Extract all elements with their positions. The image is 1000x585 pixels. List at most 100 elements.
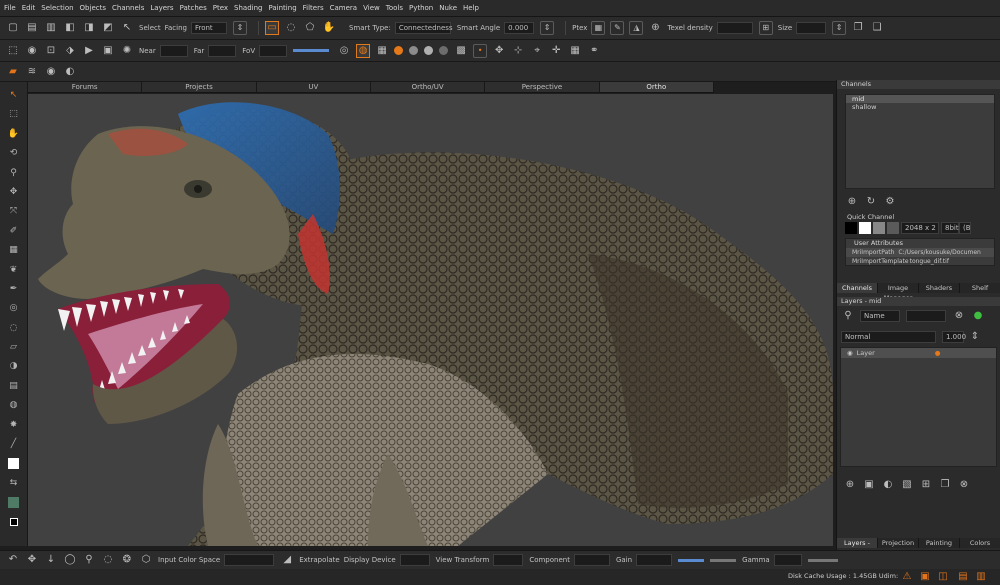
cube-icon[interactable]: ⬚: [6, 44, 20, 58]
pivot-icon[interactable]: ✥: [492, 44, 506, 58]
clear-filter-icon[interactable]: ⊗: [952, 309, 966, 323]
menu-tools[interactable]: Tools: [386, 4, 403, 12]
target-icon[interactable]: ◎: [7, 301, 21, 315]
burn-tool-icon[interactable]: ✸: [7, 418, 21, 432]
tab-uv[interactable]: UV: [256, 82, 371, 92]
globe-icon[interactable]: ⊕: [648, 21, 662, 35]
tab-colors[interactable]: Colors: [960, 538, 1000, 548]
tab-projects[interactable]: Projects: [142, 82, 257, 92]
polygon-select-icon[interactable]: ⬠: [303, 21, 317, 35]
line-tool-icon[interactable]: ╱: [7, 437, 21, 451]
gamma-input[interactable]: [773, 554, 802, 566]
frame-selected-icon[interactable]: ⊡: [44, 44, 58, 58]
transform-icon[interactable]: ⌖: [530, 44, 544, 58]
isolate-icon[interactable]: ⬗: [63, 44, 77, 58]
visibility-icon[interactable]: ◉: [44, 65, 58, 79]
uv-grid-icon[interactable]: ▦: [568, 44, 582, 58]
ptex-brush-icon[interactable]: ◮: [629, 21, 644, 35]
eyedropper-icon[interactable]: ✒: [7, 282, 21, 296]
matte-sphere-icon[interactable]: [439, 46, 449, 55]
gamma-slider[interactable]: [807, 558, 838, 562]
smart-angle-stepper-icon[interactable]: ⇕: [540, 21, 555, 35]
black-swatch[interactable]: [845, 222, 857, 234]
menu-help[interactable]: Help: [463, 4, 479, 12]
preview-icon[interactable]: ◐: [63, 65, 77, 79]
point-icon[interactable]: •: [473, 43, 488, 58]
channel-item-shallow[interactable]: shallow: [846, 103, 994, 111]
size-stepper-icon[interactable]: ⇕: [832, 21, 847, 35]
new-file-icon[interactable]: ▢: [6, 21, 20, 35]
gain-slider[interactable]: [678, 558, 705, 562]
gain-input[interactable]: [636, 554, 673, 566]
menu-objects[interactable]: Objects: [80, 4, 106, 12]
search-icon[interactable]: ⚲: [841, 309, 855, 323]
script-icon[interactable]: ▥: [974, 570, 988, 584]
menu-channels[interactable]: Channels: [112, 4, 144, 12]
3d-viewport[interactable]: [28, 94, 833, 546]
tab-image-manager[interactable]: Image Manager: [878, 283, 919, 302]
orbit-icon[interactable]: ◯: [63, 553, 77, 567]
menu-view[interactable]: View: [363, 4, 380, 12]
blend-mode-select[interactable]: Normal: [841, 331, 936, 343]
texel-density-apply-icon[interactable]: ⊞: [758, 21, 773, 35]
layer-row[interactable]: ◉ Layer ●: [841, 348, 996, 358]
undo-icon[interactable]: ↶: [6, 553, 20, 567]
paint-mode-icon[interactable]: ◍: [356, 43, 371, 58]
adjustment-layer-icon[interactable]: ◐: [881, 478, 895, 492]
attribute-row[interactable]: MriImportTemplate tongue_dif.tif: [846, 257, 994, 266]
eye-icon[interactable]: ◉: [25, 44, 39, 58]
clone-tool-icon[interactable]: ▦: [7, 243, 21, 257]
add-layer-icon[interactable]: ⊕: [843, 478, 857, 492]
save-file-icon[interactable]: ▥: [44, 21, 58, 35]
lasso-select-icon[interactable]: ◌: [284, 21, 298, 35]
ptex-grid-icon[interactable]: ▦: [591, 21, 606, 35]
texel-density-input[interactable]: [716, 22, 753, 34]
play-icon[interactable]: ▶: [82, 44, 96, 58]
camera-icon[interactable]: ◎: [337, 44, 351, 58]
lit-sphere-icon[interactable]: [424, 46, 434, 55]
tab-perspective[interactable]: Perspective: [485, 82, 600, 92]
add-channel-icon[interactable]: ⊕: [845, 195, 859, 209]
menu-file[interactable]: File: [4, 4, 16, 12]
menu-nuke[interactable]: Nuke: [439, 4, 457, 12]
down-arrow-icon[interactable]: ↓: [44, 553, 58, 567]
facing-select[interactable]: Front: [190, 22, 227, 34]
bake-icon[interactable]: ◩: [101, 21, 115, 35]
swap-colors-icon[interactable]: ⇆: [7, 476, 21, 490]
scale-icon[interactable]: ✛: [549, 44, 563, 58]
paint-bucket-icon[interactable]: ◨: [82, 21, 96, 35]
display-device-select[interactable]: [399, 554, 430, 566]
tab-projection[interactable]: Projection: [878, 538, 919, 548]
log-icon[interactable]: ▤: [956, 570, 970, 584]
share-icon[interactable]: ⚭: [587, 44, 601, 58]
alert-icon[interactable]: ⚠: [900, 570, 914, 584]
bit-depth-select[interactable]: 8bit: [941, 222, 959, 234]
patch-select-icon[interactable]: ⬚: [7, 107, 21, 121]
refresh-channel-icon[interactable]: ↻: [864, 195, 878, 209]
open-file-icon[interactable]: ▤: [25, 21, 39, 35]
ptex-edit-icon[interactable]: ✎: [610, 21, 625, 35]
resolution-select[interactable]: 2048 x 2: [901, 222, 939, 234]
tab-ortho-uv[interactable]: Ortho/UV: [370, 82, 486, 92]
tab-forums[interactable]: Forums: [28, 82, 143, 92]
rectangle-select-icon[interactable]: ▭: [264, 21, 279, 35]
menu-layers[interactable]: Layers: [150, 4, 173, 12]
filter-icon[interactable]: ⬡: [139, 553, 153, 567]
opacity-stepper-icon[interactable]: ⇕: [968, 330, 982, 344]
component-select[interactable]: [573, 554, 610, 566]
zoom-tool-icon[interactable]: ⚲: [7, 166, 21, 180]
default-colors-icon[interactable]: [7, 515, 21, 529]
facing-toggle-icon[interactable]: ⇕: [232, 21, 247, 35]
input-color-space-select[interactable]: [224, 554, 275, 566]
grid-toggle-icon[interactable]: ▦: [375, 44, 389, 58]
fill-tool-icon[interactable]: ◍: [7, 398, 21, 412]
light-icon[interactable]: ✺: [120, 44, 134, 58]
select-arrow-icon[interactable]: ↖: [120, 21, 134, 35]
smart-angle-input[interactable]: 0.000: [504, 22, 535, 34]
tab-layers[interactable]: Layers - mid: [837, 538, 878, 557]
eraser-icon[interactable]: ▱: [7, 340, 21, 354]
menu-patches[interactable]: Patches: [180, 4, 207, 12]
symmetry-icon[interactable]: ⊹: [511, 44, 525, 58]
menu-python[interactable]: Python: [409, 4, 433, 12]
select-tool-icon[interactable]: ↖: [7, 88, 21, 102]
